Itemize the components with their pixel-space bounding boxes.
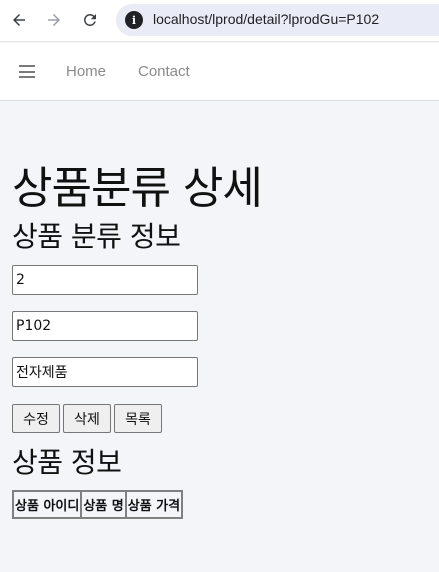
back-arrow-icon[interactable] — [8, 9, 30, 31]
nav-link-contact[interactable]: Contact — [138, 63, 190, 80]
address-bar[interactable]: i localhost/lprod/detail?lprodGu=P102 — [116, 4, 439, 36]
category-name-field[interactable] — [12, 357, 198, 387]
category-code-field[interactable] — [12, 311, 198, 341]
column-header-product-id: 상품 아이디 — [13, 491, 82, 518]
hamburger-menu-icon[interactable] — [19, 65, 35, 78]
url-text: localhost/lprod/detail?lprodGu=P102 — [153, 11, 380, 27]
products-table: 상품 아이디 상품 명 상품 가격 — [12, 490, 184, 519]
browser-toolbar: i localhost/lprod/detail?lprodGu=P102 — [0, 0, 439, 42]
forward-arrow-icon[interactable] — [43, 9, 65, 31]
list-button[interactable]: 목록 — [114, 404, 162, 433]
category-id-field[interactable] — [12, 265, 198, 295]
reload-icon[interactable] — [79, 9, 101, 31]
table-header-row: 상품 아이디 상품 명 상품 가격 — [13, 491, 183, 518]
products-section-title: 상품 정보 — [12, 446, 122, 479]
site-navbar: Home Contact — [0, 43, 439, 101]
category-section-title: 상품 분류 정보 — [12, 220, 181, 253]
edit-button[interactable]: 수정 — [12, 404, 60, 433]
site-info-icon[interactable]: i — [125, 11, 143, 29]
delete-button[interactable]: 삭제 — [63, 404, 111, 433]
nav-link-home[interactable]: Home — [66, 63, 106, 80]
column-header-product-price: 상품 가격 — [125, 491, 183, 518]
page-title: 상품분류 상세 — [12, 163, 263, 214]
column-header-product-name: 상품 명 — [81, 491, 126, 518]
